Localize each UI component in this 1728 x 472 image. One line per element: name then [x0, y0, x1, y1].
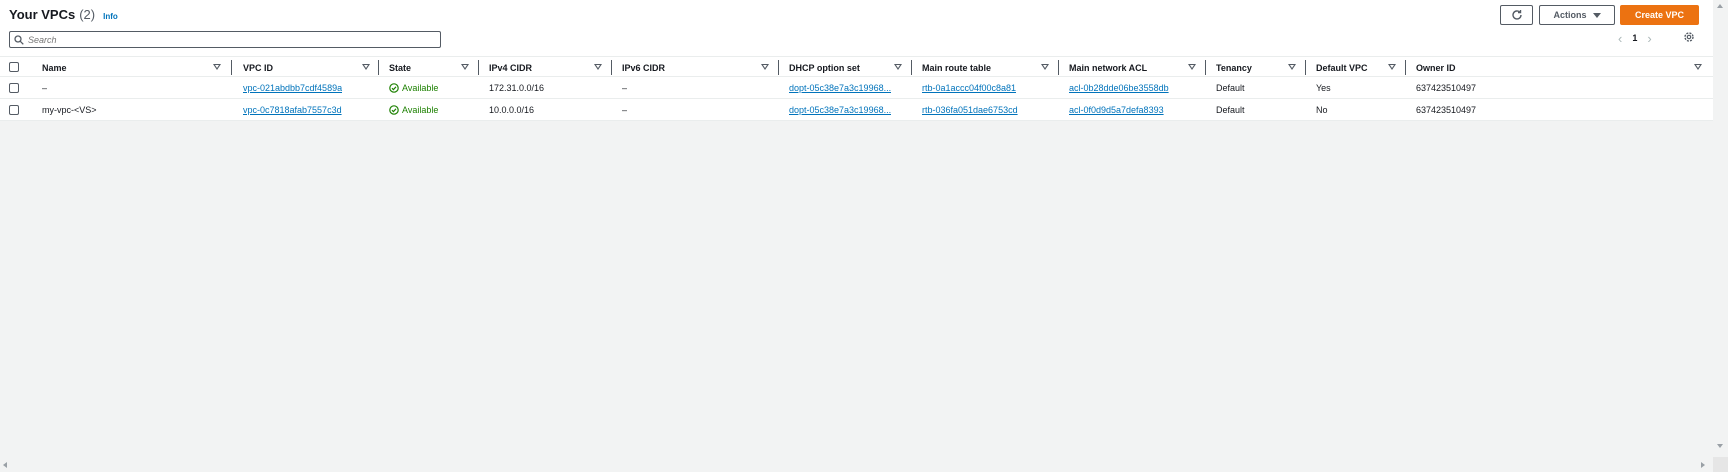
- column-resizer[interactable]: [911, 60, 912, 75]
- filter-icon[interactable]: [1694, 64, 1702, 70]
- filter-icon[interactable]: [362, 64, 370, 70]
- cell-ipv6-cidr: –: [622, 83, 628, 93]
- check-circle-icon: [389, 83, 399, 93]
- row-checkbox[interactable]: [9, 83, 19, 93]
- info-link[interactable]: Info: [103, 12, 118, 21]
- cell-ipv4-cidr: 172.31.0.0/16: [489, 83, 545, 93]
- filter-icon[interactable]: [1188, 64, 1196, 70]
- caret-down-icon: [1592, 12, 1601, 18]
- row-checkbox[interactable]: [9, 105, 19, 115]
- column-resizer[interactable]: [378, 60, 379, 75]
- scrollbar-corner: [1713, 457, 1728, 472]
- cell-state: Available: [389, 99, 438, 121]
- cell-ipv6-cidr: –: [622, 105, 628, 115]
- refresh-button[interactable]: [1500, 5, 1533, 25]
- filter-icon[interactable]: [1041, 64, 1049, 70]
- column-resizer[interactable]: [611, 60, 612, 75]
- cell-dhcp-option-set[interactable]: dopt-05c38e7a3c19968...: [789, 77, 891, 99]
- scroll-left-arrow-icon[interactable]: [3, 462, 7, 468]
- search-input[interactable]: [28, 34, 428, 45]
- column-header-main-network-acl[interactable]: Main network ACL: [1069, 57, 1147, 78]
- vertical-scrollbar[interactable]: [1713, 0, 1728, 472]
- cell-state: Available: [389, 77, 438, 99]
- column-header-vpc-id[interactable]: VPC ID: [243, 57, 273, 78]
- check-circle-icon: [389, 105, 399, 115]
- actions-dropdown[interactable]: Actions: [1539, 5, 1615, 25]
- cell-name: my-vpc-<VS>: [42, 105, 97, 115]
- scroll-down-arrow-icon[interactable]: [1717, 444, 1723, 448]
- search-icon: [10, 34, 28, 45]
- filter-icon[interactable]: [213, 64, 221, 70]
- page-title: Your VPCs (2) Info: [9, 7, 118, 22]
- scroll-up-arrow-icon[interactable]: [1717, 4, 1723, 8]
- state-label: Available: [402, 105, 439, 115]
- preferences-button[interactable]: [1683, 31, 1695, 46]
- column-header-name[interactable]: Name: [42, 57, 67, 78]
- state-label: Available: [402, 83, 439, 93]
- create-vpc-button[interactable]: Create VPC: [1620, 5, 1699, 25]
- column-resizer[interactable]: [1305, 60, 1306, 75]
- search-field[interactable]: [9, 31, 441, 48]
- column-resizer[interactable]: [1058, 60, 1059, 75]
- column-header-tenancy[interactable]: Tenancy: [1216, 57, 1252, 78]
- column-resizer[interactable]: [1405, 60, 1406, 75]
- refresh-icon: [1511, 10, 1522, 20]
- column-resizer[interactable]: [231, 60, 232, 75]
- vpc-list-panel: Your VPCs (2) Info Actions Create VPC ‹ …: [0, 0, 1713, 121]
- column-header-dhcp-option-set[interactable]: DHCP option set: [789, 57, 860, 78]
- column-resizer[interactable]: [1205, 60, 1206, 75]
- horizontal-scrollbar[interactable]: [0, 457, 1713, 472]
- cell-vpc-id[interactable]: vpc-0c7818afab7557c3d: [243, 99, 342, 121]
- actions-label: Actions: [1553, 10, 1587, 20]
- page-number[interactable]: 1: [1632, 33, 1637, 43]
- chevron-right-icon[interactable]: ›: [1647, 32, 1651, 45]
- cell-dhcp-option-set[interactable]: dopt-05c38e7a3c19968...: [789, 99, 891, 121]
- column-resizer[interactable]: [478, 60, 479, 75]
- cell-ipv4-cidr: 10.0.0.0/16: [489, 105, 535, 115]
- cell-default-vpc: Yes: [1316, 83, 1331, 93]
- column-header-state[interactable]: State: [389, 57, 411, 78]
- cell-name: –: [42, 83, 48, 93]
- filter-icon[interactable]: [894, 64, 902, 70]
- cell-default-vpc: No: [1316, 105, 1328, 115]
- pagination: ‹ 1 ›: [1618, 30, 1652, 46]
- table-row[interactable]: my-vpc-<VS> vpc-0c7818afab7557c3d Availa…: [0, 99, 1713, 121]
- cell-vpc-id[interactable]: vpc-021abdbb7cdf4589a: [243, 77, 342, 99]
- filter-icon[interactable]: [1288, 64, 1296, 70]
- column-resizer[interactable]: [778, 60, 779, 75]
- filter-icon[interactable]: [761, 64, 769, 70]
- filter-icon[interactable]: [1388, 64, 1396, 70]
- cell-main-network-acl[interactable]: acl-0b28dde06be3558db: [1069, 77, 1169, 99]
- table-header: Name VPC ID State IPv4 CIDR IPv6 CIDR DH…: [0, 56, 1713, 77]
- cell-owner-id: 637423510497: [1416, 83, 1477, 93]
- cell-owner-id: 637423510497: [1416, 105, 1477, 115]
- cell-tenancy: Default: [1216, 83, 1245, 93]
- filter-icon[interactable]: [594, 64, 602, 70]
- column-header-owner-id[interactable]: Owner ID: [1416, 57, 1456, 78]
- scroll-right-arrow-icon[interactable]: [1701, 462, 1705, 468]
- column-header-ipv6-cidr[interactable]: IPv6 CIDR: [622, 57, 665, 78]
- column-header-main-route-table[interactable]: Main route table: [922, 57, 991, 78]
- select-all-checkbox[interactable]: [9, 62, 19, 72]
- gear-icon: [1684, 32, 1694, 42]
- cell-main-network-acl[interactable]: acl-0f0d9d5a7defa8393: [1069, 99, 1164, 121]
- column-header-ipv4-cidr[interactable]: IPv4 CIDR: [489, 57, 532, 78]
- filter-icon[interactable]: [461, 64, 469, 70]
- chevron-left-icon[interactable]: ‹: [1618, 32, 1622, 45]
- vpc-count: (2): [79, 7, 96, 22]
- cell-main-route-table[interactable]: rtb-0a1accc04f00c8a81: [922, 77, 1016, 99]
- page-title-text: Your VPCs: [9, 7, 76, 22]
- table-row[interactable]: – vpc-021abdbb7cdf4589a Available 172.31…: [0, 77, 1713, 99]
- cell-tenancy: Default: [1216, 105, 1245, 115]
- column-header-default-vpc[interactable]: Default VPC: [1316, 57, 1368, 78]
- cell-main-route-table[interactable]: rtb-036fa051dae6753cd: [922, 99, 1018, 121]
